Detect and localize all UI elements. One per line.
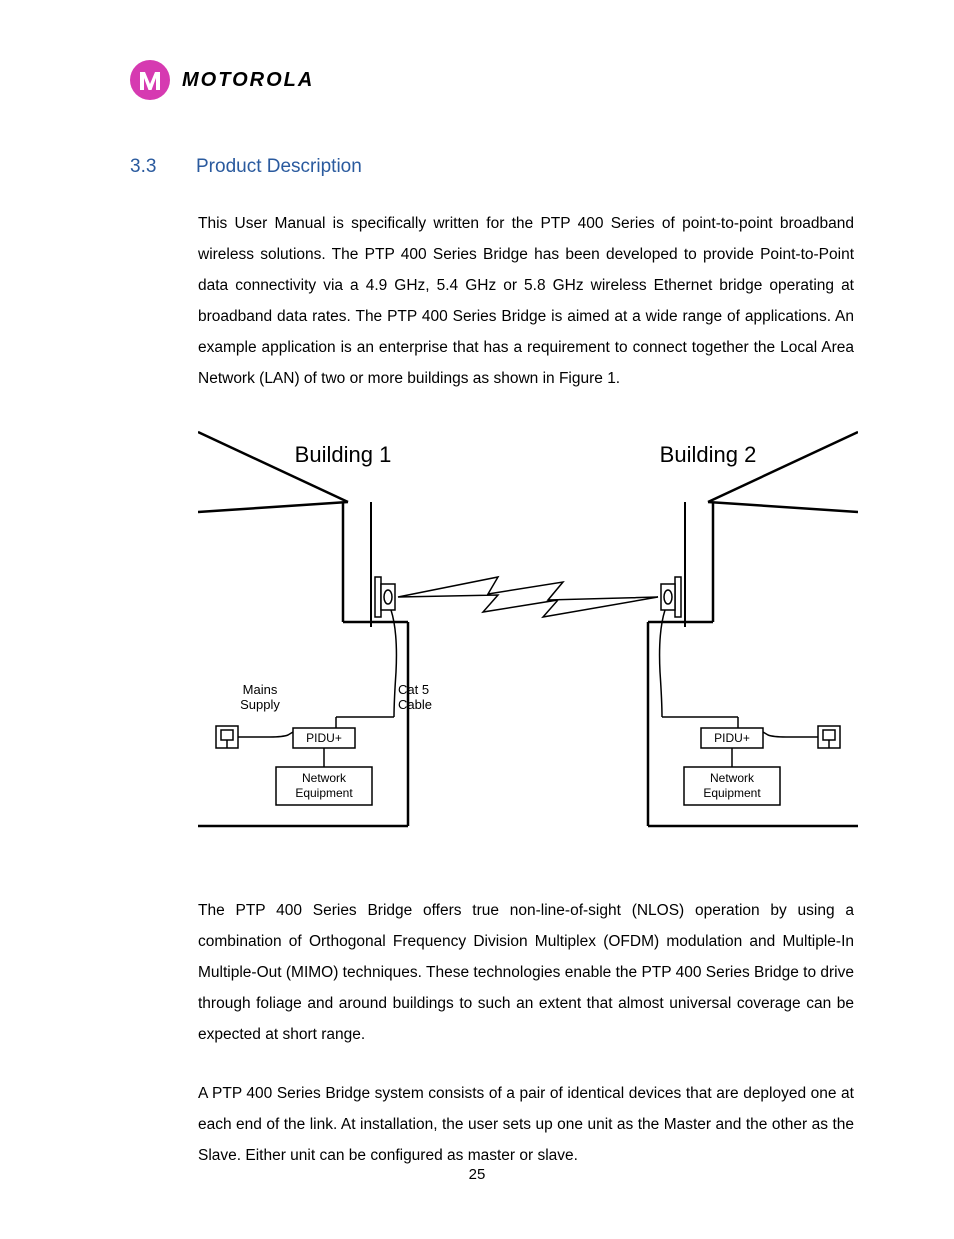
wireless-link-icon bbox=[398, 577, 658, 617]
mains-outlet-right-icon bbox=[763, 726, 840, 748]
building-1-roof: Building 1 bbox=[198, 432, 391, 512]
antenna-unit-left bbox=[336, 502, 396, 728]
mains-outlet-left-icon bbox=[216, 726, 293, 748]
brand-name: MOTOROLA bbox=[182, 69, 314, 92]
pidu-box-right: PIDU+ bbox=[701, 728, 763, 767]
svg-text:Cable: Cable bbox=[398, 697, 432, 712]
brand-header: MOTOROLA bbox=[130, 60, 854, 100]
paragraph-1: This User Manual is specifically written… bbox=[198, 208, 854, 394]
svg-text:Cat 5: Cat 5 bbox=[398, 682, 429, 697]
network-equipment-left: Network Equipment bbox=[276, 767, 372, 805]
svg-text:Network: Network bbox=[710, 771, 755, 785]
network-equipment-right: Network Equipment bbox=[684, 767, 780, 805]
svg-text:PIDU+: PIDU+ bbox=[714, 731, 750, 745]
svg-text:Equipment: Equipment bbox=[703, 786, 761, 800]
section-number: 3.3 bbox=[130, 156, 166, 178]
pidu-box-left: PIDU+ bbox=[293, 728, 355, 767]
svg-text:PIDU+: PIDU+ bbox=[306, 731, 342, 745]
antenna-unit-right bbox=[660, 502, 738, 728]
building-2-label: Building 2 bbox=[660, 442, 757, 467]
building-1-label: Building 1 bbox=[295, 442, 392, 467]
section-title: Product Description bbox=[196, 156, 362, 178]
svg-text:Network: Network bbox=[302, 771, 347, 785]
paragraph-2: The PTP 400 Series Bridge offers true no… bbox=[198, 895, 854, 1050]
svg-text:Supply: Supply bbox=[240, 697, 280, 712]
motorola-logo-icon bbox=[130, 60, 170, 100]
cat5-label: Cat 5 Cable bbox=[398, 682, 432, 712]
building-2-roof: Building 2 bbox=[660, 432, 858, 512]
svg-text:Mains: Mains bbox=[243, 682, 278, 697]
page-number: 25 bbox=[0, 1166, 954, 1183]
figure-1: Building 1 Building 2 bbox=[198, 422, 854, 847]
paragraph-3: A PTP 400 Series Bridge system consists … bbox=[198, 1078, 854, 1171]
svg-text:Equipment: Equipment bbox=[295, 786, 353, 800]
mains-supply-label: Mains Supply bbox=[240, 682, 280, 712]
section-heading: 3.3 Product Description bbox=[130, 156, 854, 178]
